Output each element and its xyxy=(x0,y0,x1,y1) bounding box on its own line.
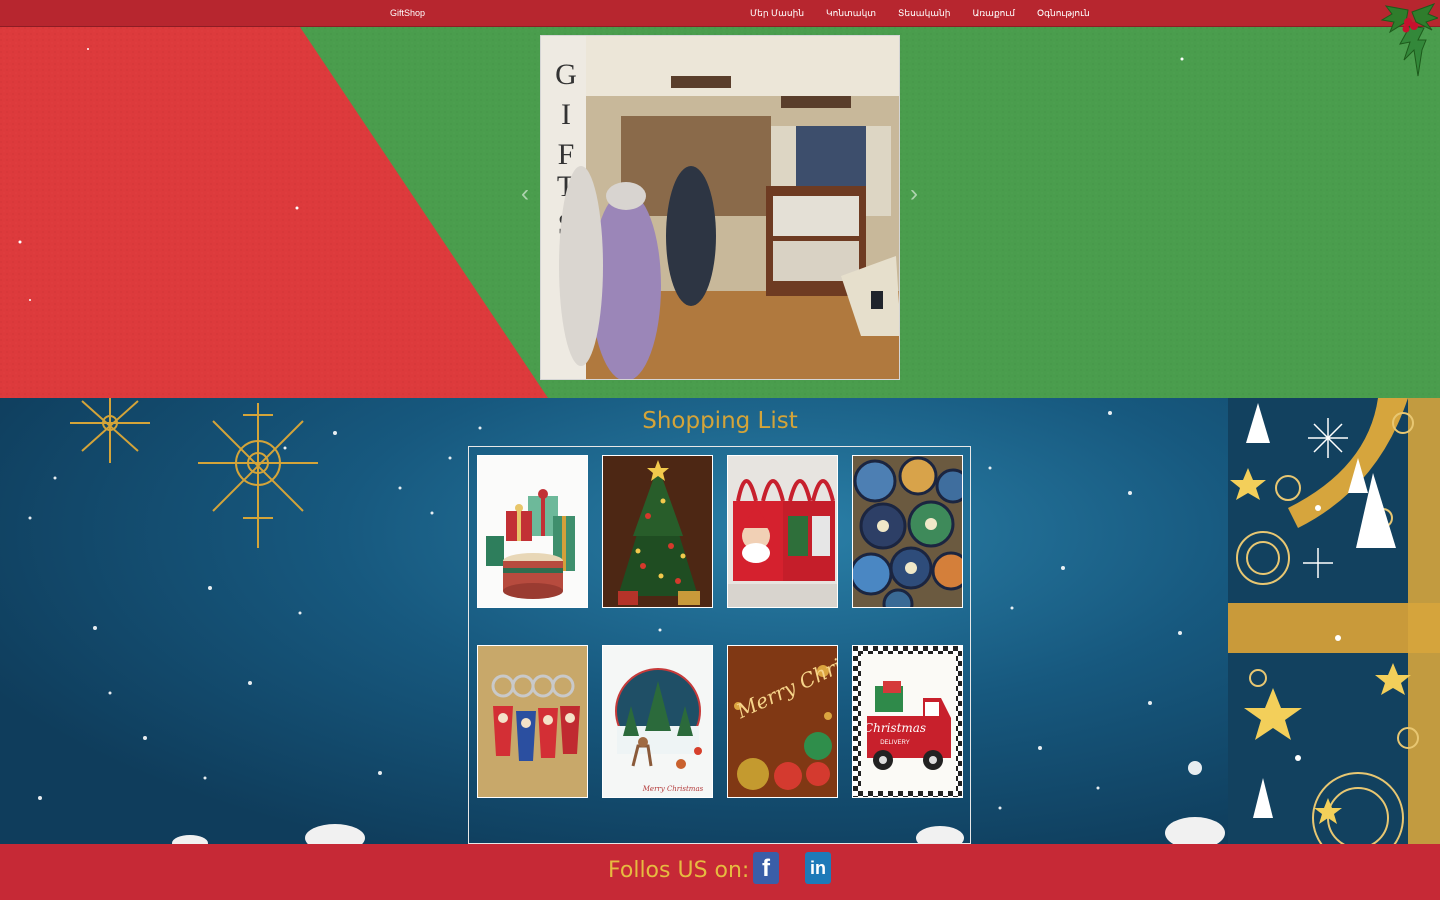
carousel-prev-button[interactable]: ‹ xyxy=(515,179,535,209)
product-tile-christmas-truck[interactable]: Christmas DELIVERY xyxy=(852,645,963,798)
ornament-decor xyxy=(1228,398,1440,844)
product-tile-christmas-card[interactable]: Merry Christmas xyxy=(602,645,713,798)
merry-christmas-image: Merry Christmas xyxy=(728,646,837,797)
carousel-next-button[interactable]: › xyxy=(904,179,924,209)
nav-link-catalog[interactable]: Տեսականի xyxy=(898,8,950,19)
shopping-list-title: Shopping List xyxy=(642,408,798,434)
product-grid: Merry Christmas Merry Christmas Christma… xyxy=(468,446,971,844)
product-tile-merry-christmas[interactable]: Merry Christmas xyxy=(727,645,838,798)
brand-link[interactable]: GiftShop xyxy=(390,8,425,18)
product-tile-keychains[interactable] xyxy=(477,645,588,798)
gifts-sign-letter: I xyxy=(561,98,571,131)
nav-link-about[interactable]: Մեր Մասին xyxy=(750,8,804,19)
hero-banner: ‹ G I F T S › xyxy=(0,27,1440,398)
gifts-sign-letter: F xyxy=(558,138,575,171)
nav-links: Մեր Մասին Կոնտակտ Տեսականի Առաքում Օգնու… xyxy=(750,8,1090,19)
truck-script-text: Christmas xyxy=(864,721,926,735)
decorative-plates-image xyxy=(853,456,962,607)
footer: Follos US on: f in xyxy=(0,844,1440,900)
card-script-text: Merry Christmas xyxy=(642,785,704,793)
product-tile-christmas-tree[interactable] xyxy=(602,455,713,608)
christmas-bags-image xyxy=(728,456,837,607)
nav-link-help[interactable]: Օգնություն xyxy=(1037,8,1090,19)
nav-link-delivery[interactable]: Առաքում xyxy=(972,8,1015,19)
shopping-section: Shopping List Merry Christmas Merry Chri… xyxy=(0,398,1440,844)
christmas-truck-image: Christmas DELIVERY xyxy=(853,646,962,797)
christmas-card-image: Merry Christmas xyxy=(603,646,712,797)
nav-link-contact[interactable]: Կոնտակտ xyxy=(826,8,876,19)
keychains-image xyxy=(478,646,587,797)
hero-store-photo: G I F T S xyxy=(540,35,900,380)
gifts-sign-letter: G xyxy=(555,58,577,91)
facebook-icon[interactable]: f xyxy=(753,852,779,884)
linkedin-icon[interactable]: in xyxy=(805,852,831,884)
follow-us-text: Follos US on: xyxy=(608,858,750,883)
gift-boxes-image xyxy=(478,456,587,607)
top-navbar: GiftShop Մեր Մասին Կոնտակտ Տեսականի Առաք… xyxy=(0,0,1440,27)
product-tile-christmas-bags[interactable] xyxy=(727,455,838,608)
christmas-tree-image xyxy=(603,456,712,607)
product-tile-decorative-plates[interactable] xyxy=(852,455,963,608)
holly-icon xyxy=(1380,3,1438,77)
product-tile-gift-boxes[interactable] xyxy=(477,455,588,608)
truck-delivery-text: DELIVERY xyxy=(880,740,910,746)
